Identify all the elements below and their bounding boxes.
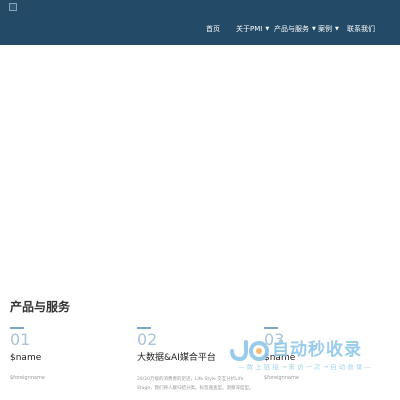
- card-foreign-name: $foreignname: [10, 375, 45, 381]
- watermark-subtitle: — 数 上 链 接 → 来 访 一 次 → 自 动 收 录 —: [238, 363, 371, 371]
- card-name: 大数据&AI媒合平台: [137, 353, 216, 363]
- nav-item-cases[interactable]: 案例 ▼: [318, 24, 339, 34]
- site-logo-icon[interactable]: [9, 3, 17, 11]
- nav-item-label: 联系我们: [347, 25, 375, 33]
- card-number: 01: [10, 330, 31, 349]
- section-title: 产品与服务: [10, 300, 71, 314]
- nav-item-home[interactable]: 首页: [206, 24, 220, 34]
- card-name: $name: [10, 353, 42, 363]
- nav-item-contact-us[interactable]: 联系我们: [347, 24, 375, 34]
- product-card-1[interactable]: 01 $name $foreignname: [10, 327, 128, 400]
- chevron-down-icon: ▼: [265, 26, 270, 32]
- main-nav: 首页 关于PMI ▼ 产品与服务 ▼ 案例 ▼ 联系我们: [0, 24, 400, 36]
- nav-item-products-services[interactable]: 产品与服务 ▼: [274, 24, 316, 34]
- watermark-title: 自动秒收录: [272, 340, 362, 360]
- top-navbar: 首页 关于PMI ▼ 产品与服务 ▼ 案例 ▼ 联系我们: [0, 0, 400, 45]
- nav-item-label: 产品与服务: [274, 25, 309, 33]
- chevron-down-icon: ▼: [312, 26, 316, 32]
- nav-item-label: 关于PMI: [236, 25, 263, 33]
- card-number: 02: [137, 330, 158, 349]
- watermark-logo-icon: [230, 340, 269, 361]
- card-accent-line: [10, 327, 24, 329]
- watermark-overlay: 自动秒收录 — 数 上 链 接 → 来 访 一 次 → 自 动 收 录 —: [230, 339, 395, 379]
- nav-item-label: 首页: [206, 25, 220, 33]
- chevron-down-icon: ▼: [335, 26, 339, 32]
- card-accent-line: [137, 327, 151, 329]
- nav-item-about-pmi[interactable]: 关于PMI ▼: [236, 24, 269, 34]
- card-accent-line: [264, 327, 278, 329]
- nav-item-label: 案例: [318, 25, 332, 33]
